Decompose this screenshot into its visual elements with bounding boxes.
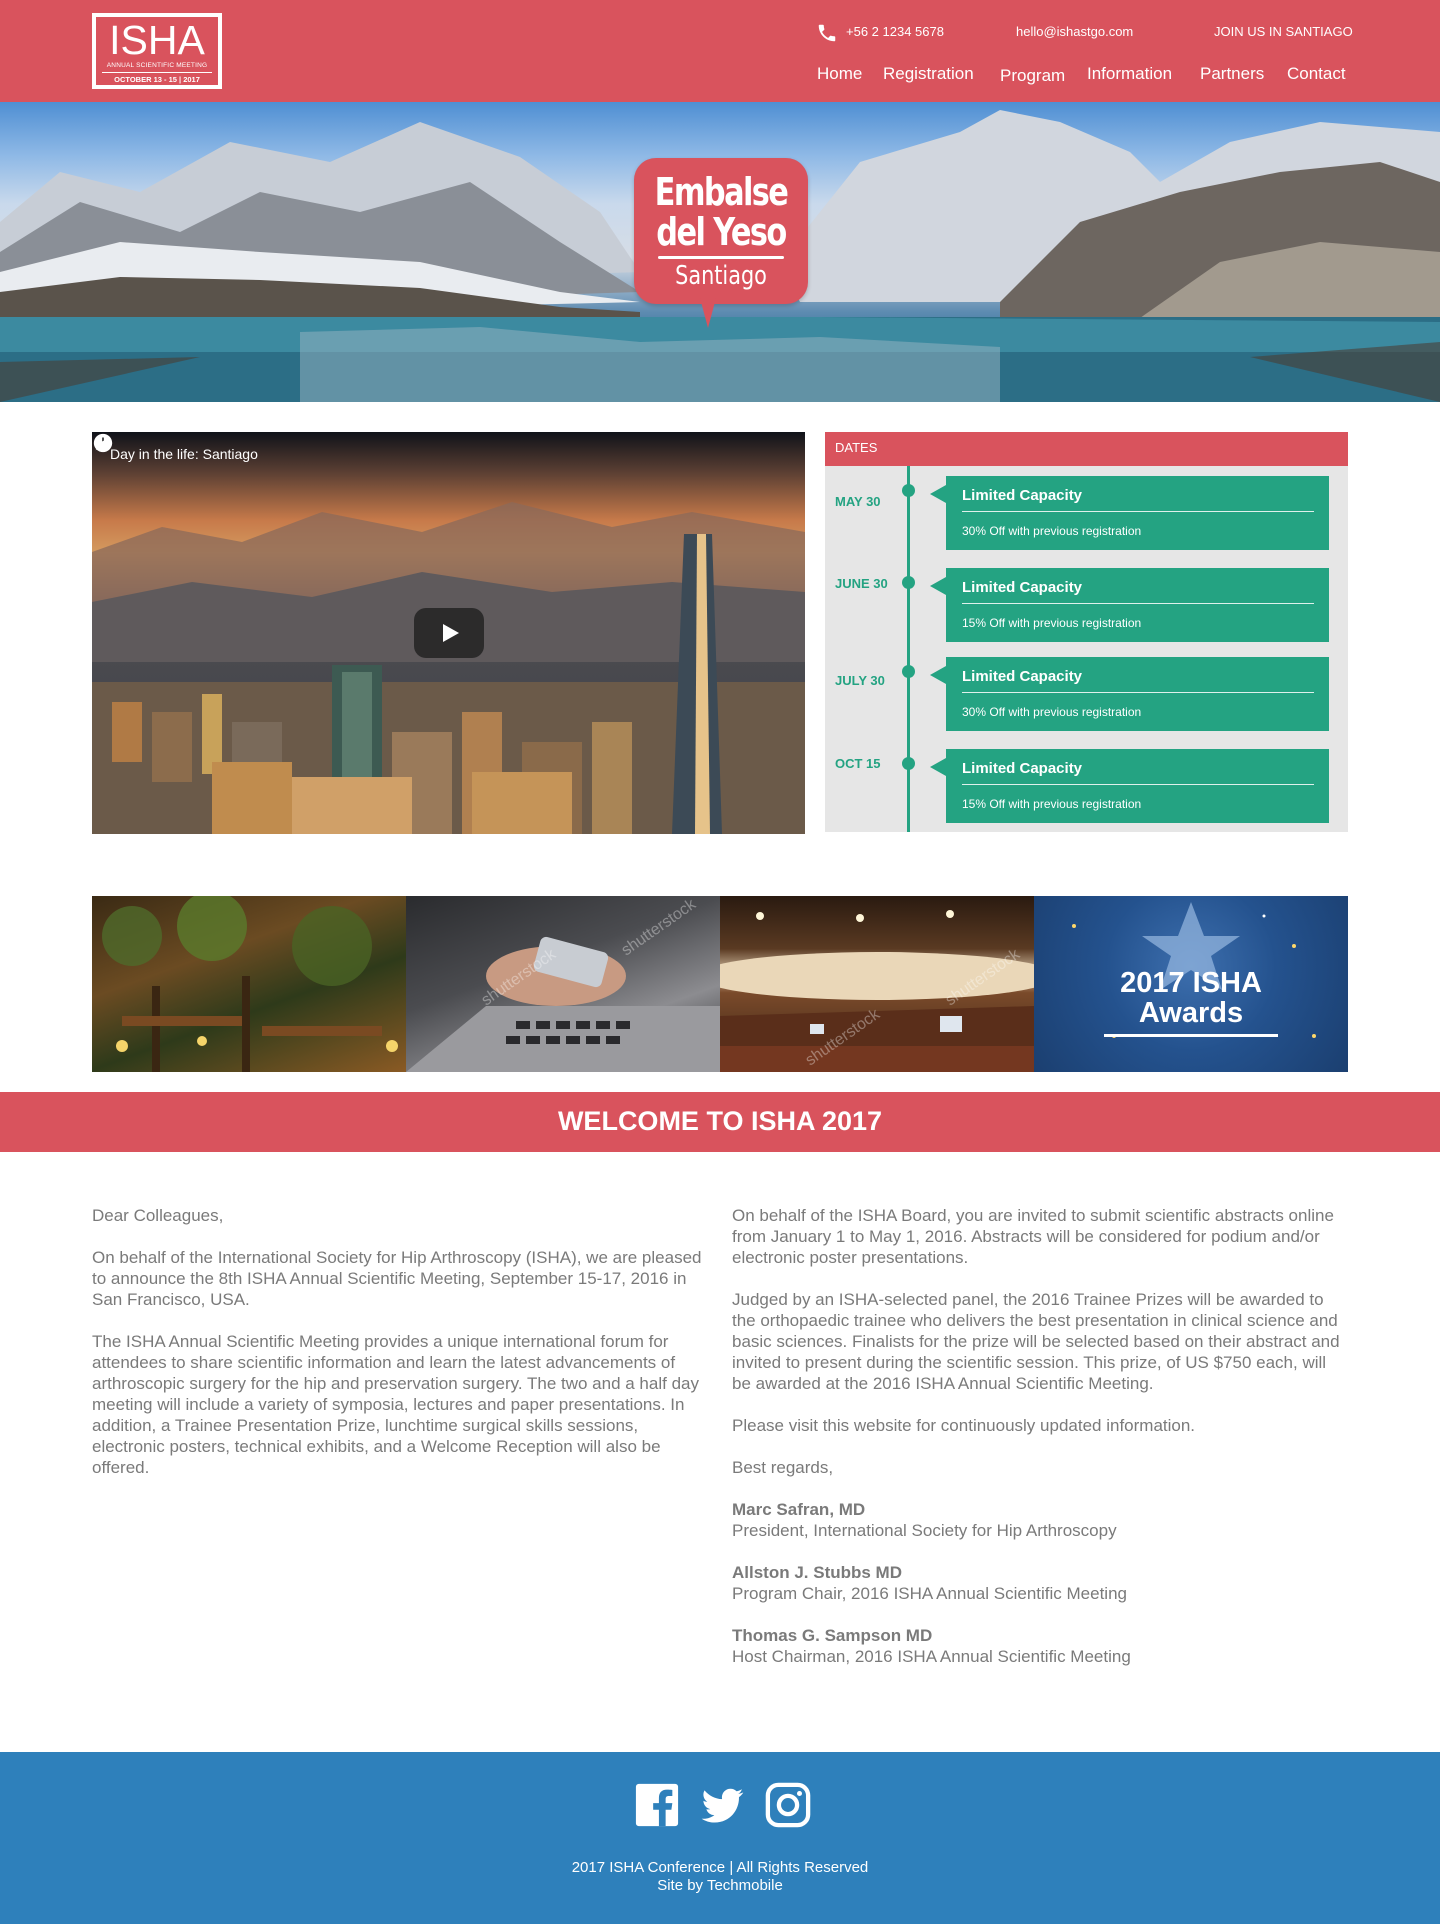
card-text: 30% Off with previous registration <box>962 705 1142 719</box>
signature-name: Allston J. Stubbs MD <box>732 1563 902 1582</box>
site-credit[interactable]: Site by Techmobile <box>0 1877 1440 1894</box>
card-divider <box>962 692 1314 693</box>
site-logo[interactable]: ISHA ANNUAL SCIENTIFIC MEETING OCTOBER 1… <box>92 13 222 89</box>
twitter-icon[interactable] <box>699 1782 745 1828</box>
signature-block: Thomas G. Sampson MD Host Chairman, 2016… <box>732 1625 1346 1667</box>
badge-line-2: del Yeso <box>656 210 787 254</box>
facebook-icon[interactable] <box>634 1782 680 1828</box>
updates-paragraph: Please visit this website for continuous… <box>732 1416 1196 1435</box>
gallery-tile-awards[interactable]: 2017 ISHA Awards <box>1034 896 1348 1072</box>
card-text: 15% Off with previous registration <box>962 797 1142 811</box>
nav-partners[interactable]: Partners <box>1200 64 1264 84</box>
dates-panel: DATES MAY 30 Limited Capacity 30% Off wi… <box>825 432 1348 832</box>
hero-banner: Embalse del Yeso Santiago <box>0 102 1440 402</box>
laptop-photo: shutterstock shutterstock <box>406 896 720 1072</box>
signature-name: Thomas G. Sampson MD <box>732 1626 933 1645</box>
phone-number[interactable]: +56 2 1234 5678 <box>846 24 944 39</box>
salutation: Dear Colleagues, <box>92 1206 224 1225</box>
copyright-text: 2017 ISHA Conference | All Rights Reserv… <box>571 1859 869 1876</box>
join-link[interactable]: JOIN US IN SANTIAGO <box>1214 24 1353 39</box>
date-label: OCT 15 <box>835 756 881 771</box>
prizes-paragraph: Judged by an ISHA-selected panel, the 20… <box>732 1290 1340 1393</box>
signature-role: President, International Society for Hip… <box>732 1521 1117 1540</box>
signature-name: Marc Safran, MD <box>732 1500 866 1519</box>
card-text: 15% Off with previous registration <box>962 616 1142 630</box>
badge-tail <box>700 298 716 328</box>
site-header: ISHA ANNUAL SCIENTIFIC MEETING OCTOBER 1… <box>0 0 1440 102</box>
site-footer: 2017 ISHA Conference | All Rights Reserv… <box>0 1752 1440 1924</box>
timeline-dot <box>902 665 915 678</box>
date-card[interactable]: Limited Capacity 30% Off with previous r… <box>930 657 1329 731</box>
signature-block: Allston J. Stubbs MD Program Chair, 2016… <box>732 1562 1346 1604</box>
play-button[interactable] <box>414 608 484 658</box>
card-text: 30% Off with previous registration <box>962 524 1142 538</box>
signature-block: Marc Safran, MD President, International… <box>732 1499 1346 1541</box>
intro-paragraph: On behalf of the International Society f… <box>92 1248 702 1309</box>
badge-line-1: Embalse <box>654 170 789 214</box>
badge-line-3: Santiago <box>675 261 767 291</box>
card-title: Limited Capacity <box>962 579 1083 596</box>
nav-home[interactable]: Home <box>817 64 862 84</box>
video-title: Day in the life: Santiago <box>110 446 258 462</box>
badge-divider <box>658 256 784 259</box>
gallery-tile-laptop[interactable]: shutterstock shutterstock <box>406 896 720 1072</box>
dates-header: DATES <box>825 432 1348 466</box>
timeline-dot <box>902 576 915 589</box>
watermark-text: shutterstock <box>619 896 700 959</box>
share-icon[interactable] <box>92 432 116 454</box>
abstracts-paragraph: On behalf of the ISHA Board, you are inv… <box>732 1206 1334 1267</box>
auditorium-photo: shutterstock shutterstock <box>720 910 1034 1072</box>
restaurant-photo <box>102 896 398 1072</box>
instagram-icon[interactable] <box>765 1782 811 1828</box>
welcome-title: WELCOME TO ISHA 2017 <box>557 1106 883 1136</box>
date-card[interactable]: Limited Capacity 15% Off with previous r… <box>930 568 1329 642</box>
photo-gallery: shutterstock shutterstock shutterstock s… <box>92 896 1348 1072</box>
phone-icon <box>818 24 836 42</box>
awards-line-2: Awards <box>1138 997 1244 1029</box>
email-link[interactable]: hello@ishastgo.com <box>1016 24 1133 39</box>
date-card[interactable]: Limited Capacity 30% Off with previous r… <box>930 476 1329 550</box>
welcome-right-column: On behalf of the ISHA Board, you are inv… <box>732 1205 1346 1688</box>
nav-contact[interactable]: Contact <box>1287 64 1346 84</box>
card-divider <box>962 511 1314 512</box>
card-title: Limited Capacity <box>962 487 1083 504</box>
nav-program[interactable]: Program <box>1000 66 1065 86</box>
video-player[interactable]: Day in the life: Santiago <box>92 432 805 834</box>
timeline-dot <box>902 484 915 497</box>
signature-role: Host Chairman, 2016 ISHA Annual Scientif… <box>732 1647 1131 1666</box>
awards-underline <box>1104 1034 1278 1037</box>
welcome-left-column: Dear Colleagues, On behalf of the Intern… <box>92 1205 706 1499</box>
signature-role: Program Chair, 2016 ISHA Annual Scientif… <box>732 1584 1127 1603</box>
awards-title: 2017 ISHA Awards <box>1034 968 1348 1028</box>
logo-dates: OCTOBER 13 - 15 | 2017 <box>102 72 212 85</box>
welcome-banner: WELCOME TO ISHA 2017 <box>0 1092 1440 1152</box>
card-title: Limited Capacity <box>962 668 1083 685</box>
date-label: JUNE 30 <box>835 576 888 591</box>
date-label: JULY 30 <box>835 673 885 688</box>
awards-line-1: 2017 ISHA <box>1120 967 1262 999</box>
date-label: MAY 30 <box>835 494 881 509</box>
nav-information[interactable]: Information <box>1087 64 1172 84</box>
date-card[interactable]: Limited Capacity 15% Off with previous r… <box>930 749 1329 823</box>
timeline-line <box>907 466 910 832</box>
gallery-tile-restaurant[interactable] <box>92 896 406 1072</box>
nav-registration[interactable]: Registration <box>883 64 974 84</box>
card-divider <box>962 784 1314 785</box>
timeline-dot <box>902 757 915 770</box>
card-title: Limited Capacity <box>962 760 1083 777</box>
card-divider <box>962 603 1314 604</box>
meeting-paragraph: The ISHA Annual Scientific Meeting provi… <box>92 1332 699 1477</box>
logo-title: ISHA <box>109 17 205 63</box>
location-badge: Embalse del Yeso Santiago <box>634 158 808 304</box>
closing-line: Best regards, <box>732 1458 834 1477</box>
gallery-tile-auditorium[interactable]: shutterstock shutterstock <box>720 896 1034 1072</box>
logo-subtitle: ANNUAL SCIENTIFIC MEETING <box>106 62 208 69</box>
